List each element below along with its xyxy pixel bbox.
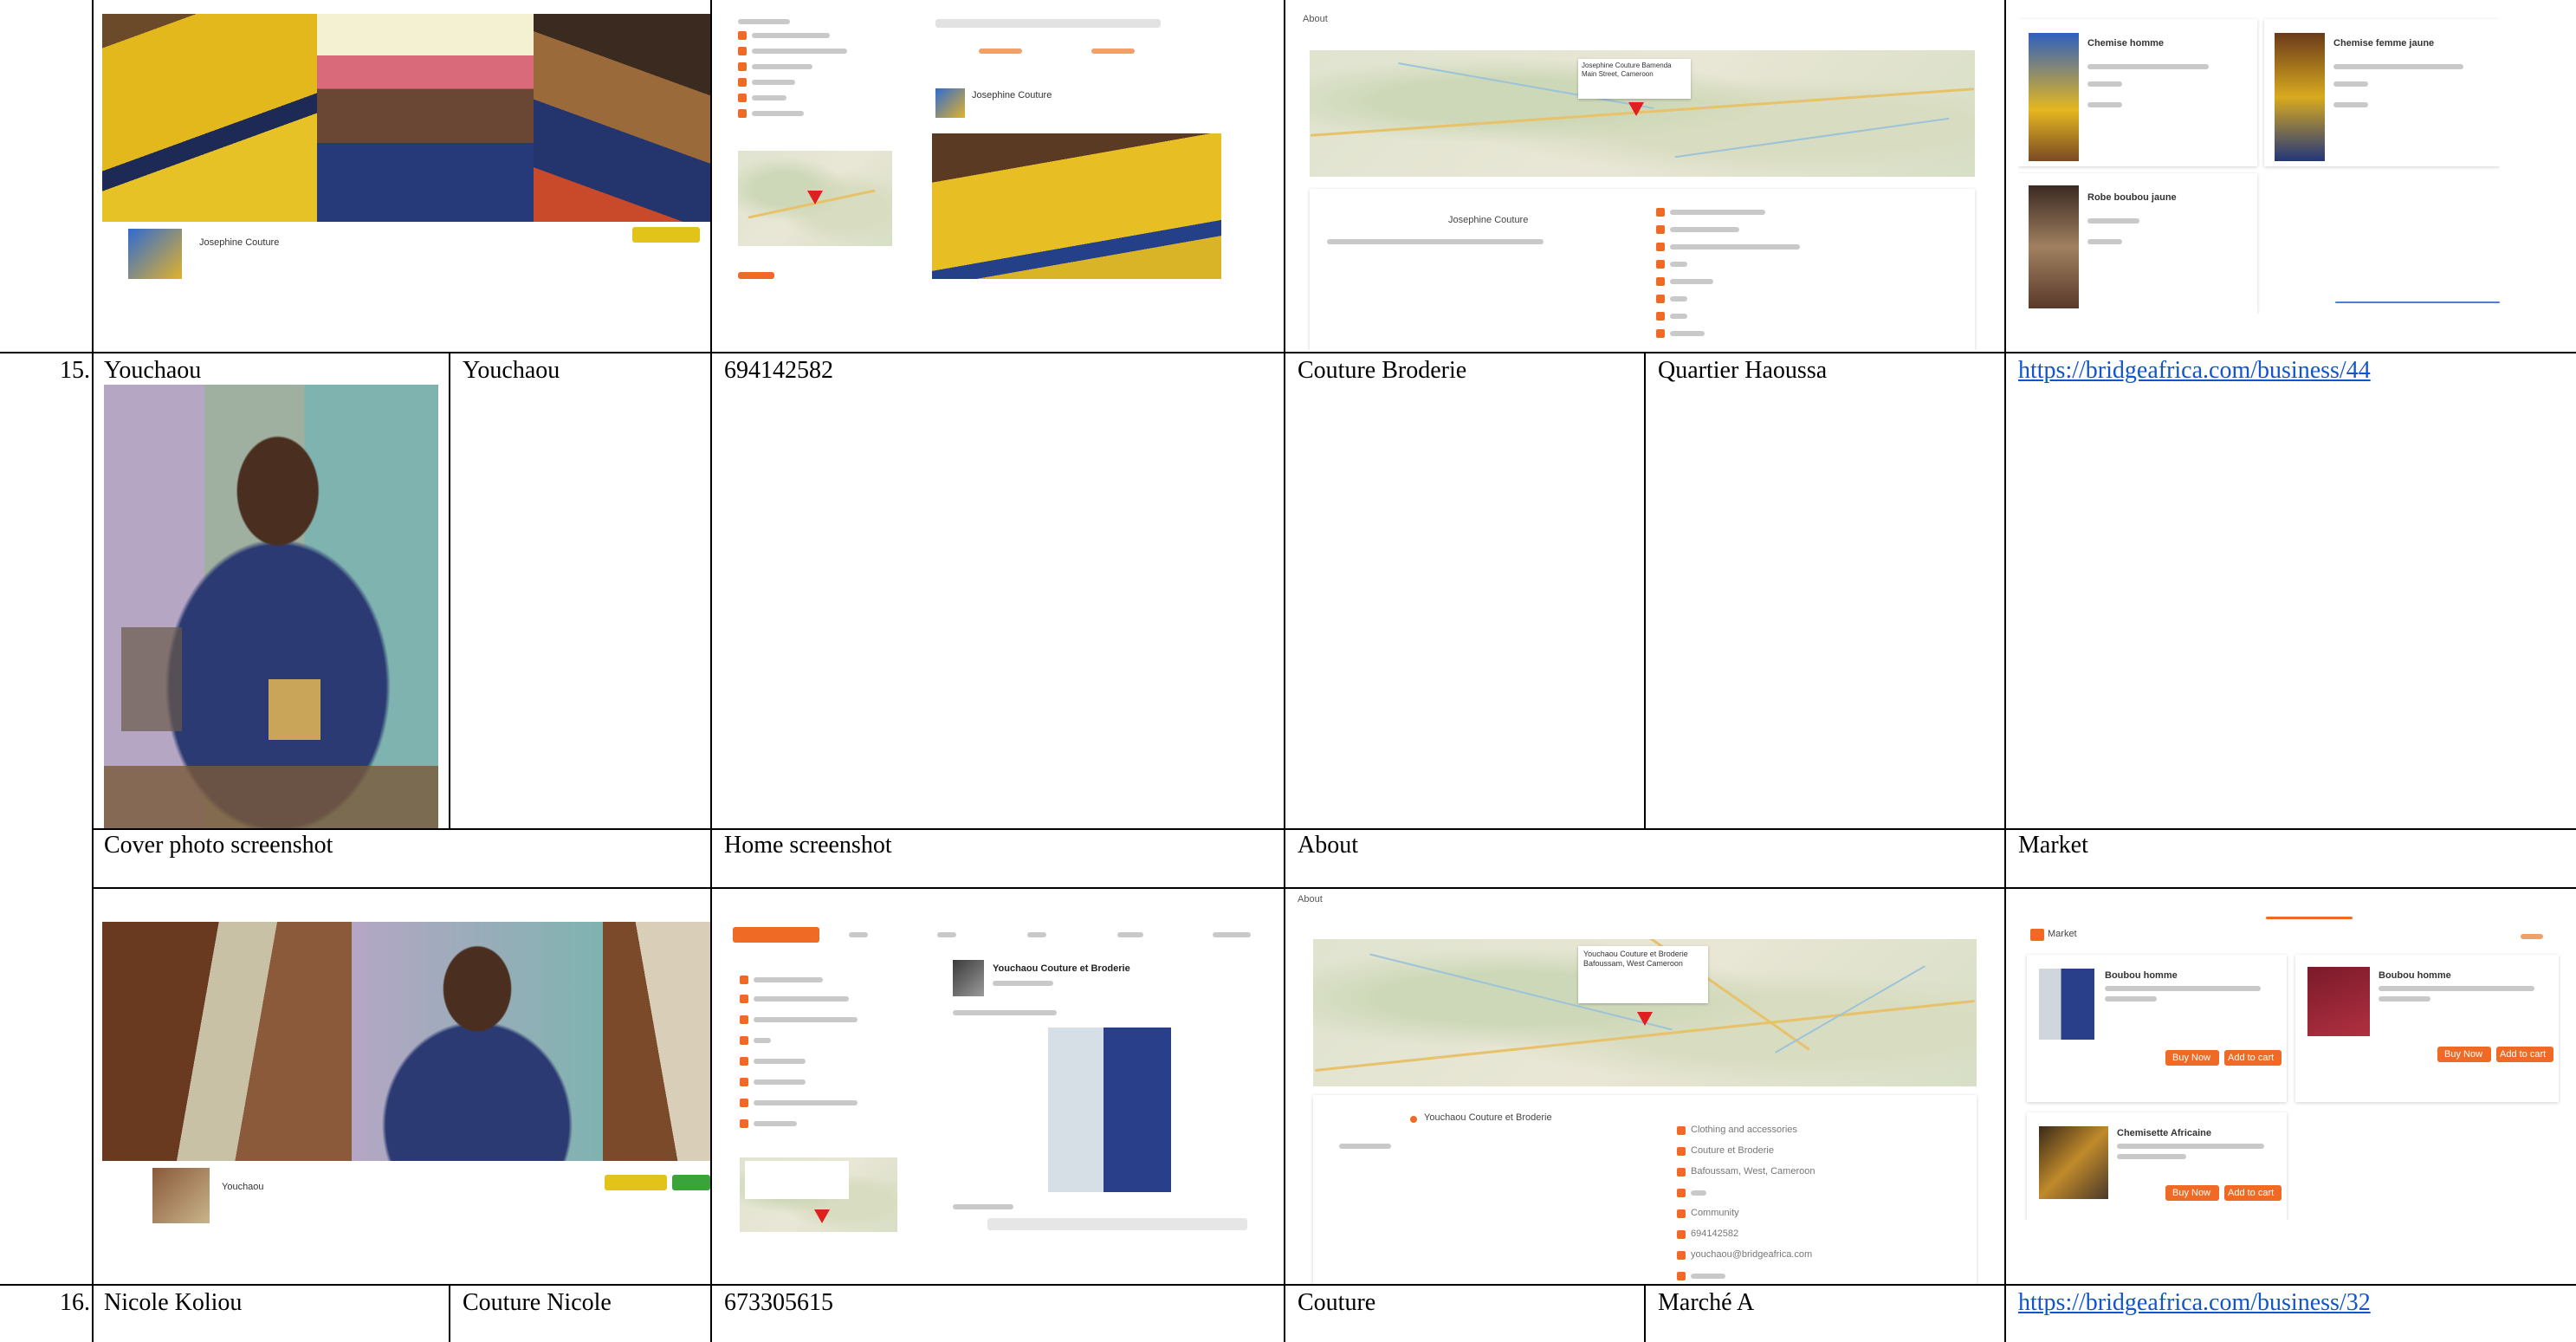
market-screenshot-josephine: Chemise homme Chemise femme jaune Robe b… bbox=[2018, 12, 2500, 314]
market-item-title: Boubou homme bbox=[2379, 970, 2451, 981]
cover-photo-portrait bbox=[352, 922, 603, 1161]
cover-business-name: Josephine Couture bbox=[199, 237, 280, 248]
market-item-title: Chemise femme jaune bbox=[2333, 38, 2435, 49]
row-location: Marché A bbox=[1658, 1289, 1755, 1316]
market-item-card[interactable]: Chemise homme bbox=[2018, 19, 2257, 166]
cover-screenshot-josephine: Josephine Couture bbox=[102, 14, 710, 282]
row-category: Couture Broderie bbox=[1298, 357, 1467, 384]
cover-photo-garments-left bbox=[102, 922, 352, 1161]
header-market: Market bbox=[2018, 832, 2088, 859]
row-location: Quartier Haoussa bbox=[1658, 357, 1828, 384]
market-item-title: Robe boubou jaune bbox=[2087, 192, 2177, 203]
about-detail: youchaou@bridgeafrica.com bbox=[1691, 1249, 1813, 1260]
home-map bbox=[740, 1157, 897, 1232]
add-to-cart-button[interactable]: Add to cart bbox=[2224, 1050, 2282, 1066]
cover-photo-yellow-fabric bbox=[102, 14, 317, 222]
follow-button[interactable] bbox=[632, 227, 700, 243]
header-about: About bbox=[1298, 832, 1358, 859]
column-divider bbox=[710, 0, 712, 1342]
row-phone: 673305615 bbox=[724, 1289, 833, 1316]
market-item-card[interactable]: Robe boubou jaune bbox=[2018, 173, 2257, 314]
cover-photo-sewing bbox=[534, 14, 710, 222]
message-button[interactable] bbox=[672, 1175, 710, 1190]
home-post-author: Youchaou Couture et Broderie bbox=[993, 963, 1130, 974]
market-item-card[interactable]: Boubou homme Buy Now Add to cart bbox=[2027, 955, 2287, 1102]
home-map bbox=[738, 151, 892, 246]
column-divider bbox=[2004, 0, 2006, 1342]
buy-now-button[interactable]: Buy Now bbox=[2165, 1050, 2219, 1066]
profile-avatar bbox=[128, 229, 182, 279]
about-screenshot-josephine: About Josephine Couture Bamenda Main Str… bbox=[1299, 10, 1990, 350]
post-avatar bbox=[935, 88, 965, 118]
row-business-name: Youchaou bbox=[463, 357, 560, 384]
market-item-title: Boubou homme bbox=[2105, 970, 2178, 981]
profile-avatar bbox=[152, 1168, 210, 1223]
about-business-name: Josephine Couture bbox=[1448, 215, 1529, 225]
column-divider bbox=[449, 1285, 450, 1342]
about-map: Youchaou Couture et Broderie Bafoussam, … bbox=[1313, 939, 1977, 1086]
document-page: Josephine Couture Josephine Couture Abou… bbox=[0, 0, 2576, 1342]
cover-photo-woman bbox=[317, 14, 534, 222]
tab-home-active[interactable] bbox=[733, 927, 819, 943]
market-title: Market bbox=[2048, 929, 2077, 939]
row-name: Youchaou bbox=[104, 357, 202, 384]
about-detail: Clothing and accessories bbox=[1691, 1125, 1797, 1135]
market-item-card[interactable]: Chemisette Africaine Buy Now Add to cart bbox=[2027, 1112, 2287, 1220]
about-detail: Community bbox=[1691, 1208, 1739, 1218]
header-cover-photo: Cover photo screenshot bbox=[104, 832, 333, 859]
row-divider bbox=[92, 828, 2576, 830]
market-item-card[interactable]: Chemise femme jaune bbox=[2264, 19, 2500, 166]
follow-button[interactable] bbox=[605, 1175, 667, 1190]
header-home-screenshot: Home screenshot bbox=[724, 832, 892, 859]
about-label-small: About bbox=[1303, 14, 1328, 24]
table-border-left bbox=[92, 0, 94, 1342]
about-label-small: About bbox=[1298, 894, 1323, 904]
map-info-label: Youchaou Couture et Broderie Bafoussam, … bbox=[1583, 950, 1688, 968]
about-screenshot-youchaou: About Youchaou Couture et Broderie Bafou… bbox=[1294, 891, 1996, 1284]
market-item-title: Chemisette Africaine bbox=[2117, 1128, 2212, 1138]
about-detail: Bafoussam, West, Cameroon bbox=[1691, 1166, 1815, 1177]
row-divider bbox=[0, 1284, 2576, 1286]
column-divider bbox=[449, 353, 450, 830]
market-item-card[interactable]: Boubou homme Buy Now Add to cart bbox=[2295, 955, 2559, 1102]
row-business-link[interactable]: https://bridgeafrica.com/business/32 bbox=[2018, 1289, 2371, 1317]
home-screenshot-youchaou: Youchaou Couture et Broderie bbox=[728, 920, 1284, 1237]
column-divider bbox=[1284, 0, 1285, 1342]
add-to-cart-button[interactable]: Add to cart bbox=[2224, 1185, 2282, 1201]
row-phone: 694142582 bbox=[724, 357, 833, 384]
buy-now-button[interactable]: Buy Now bbox=[2437, 1047, 2491, 1062]
row-category: Couture bbox=[1298, 1289, 1376, 1316]
about-detail: Couture et Broderie bbox=[1691, 1145, 1774, 1156]
market-screenshot-youchaou: Market Boubou homme Buy Now Add to cart … bbox=[2018, 908, 2576, 1220]
post-avatar bbox=[953, 960, 984, 996]
home-post-photo bbox=[932, 133, 1221, 279]
about-business-name: Youchaou Couture et Broderie bbox=[1424, 1112, 1552, 1123]
add-to-cart-button[interactable]: Add to cart bbox=[2496, 1047, 2553, 1062]
column-divider bbox=[1644, 1285, 1646, 1342]
row-name: Nicole Koliou bbox=[104, 1289, 243, 1316]
home-post-photo bbox=[1048, 1028, 1171, 1192]
row-divider bbox=[92, 887, 2576, 889]
row-divider bbox=[0, 352, 2576, 353]
cover-screenshot-youchaou: Youchaou bbox=[102, 922, 710, 1237]
cover-photo-garments-right bbox=[603, 922, 710, 1161]
row-number: 15. bbox=[60, 357, 90, 384]
market-item-title: Chemise homme bbox=[2087, 38, 2165, 49]
home-screenshot-josephine: Josephine Couture bbox=[728, 12, 1282, 286]
owner-portrait-photo bbox=[104, 385, 438, 828]
row-number: 16. bbox=[60, 1289, 90, 1316]
home-post-author: Josephine Couture bbox=[972, 90, 1052, 100]
row-business-link[interactable]: https://bridgeafrica.com/business/44 bbox=[2018, 357, 2371, 385]
buy-now-button[interactable]: Buy Now bbox=[2165, 1185, 2219, 1201]
about-map: Josephine Couture Bamenda Main Street, C… bbox=[1310, 50, 1975, 177]
row-business-name: Couture Nicole bbox=[463, 1289, 612, 1316]
cover-business-name: Youchaou bbox=[222, 1182, 264, 1192]
about-detail: 694142582 bbox=[1691, 1229, 1739, 1239]
map-info-label: Josephine Couture Bamenda Main Street, C… bbox=[1582, 62, 1672, 78]
column-divider bbox=[1644, 353, 1646, 830]
